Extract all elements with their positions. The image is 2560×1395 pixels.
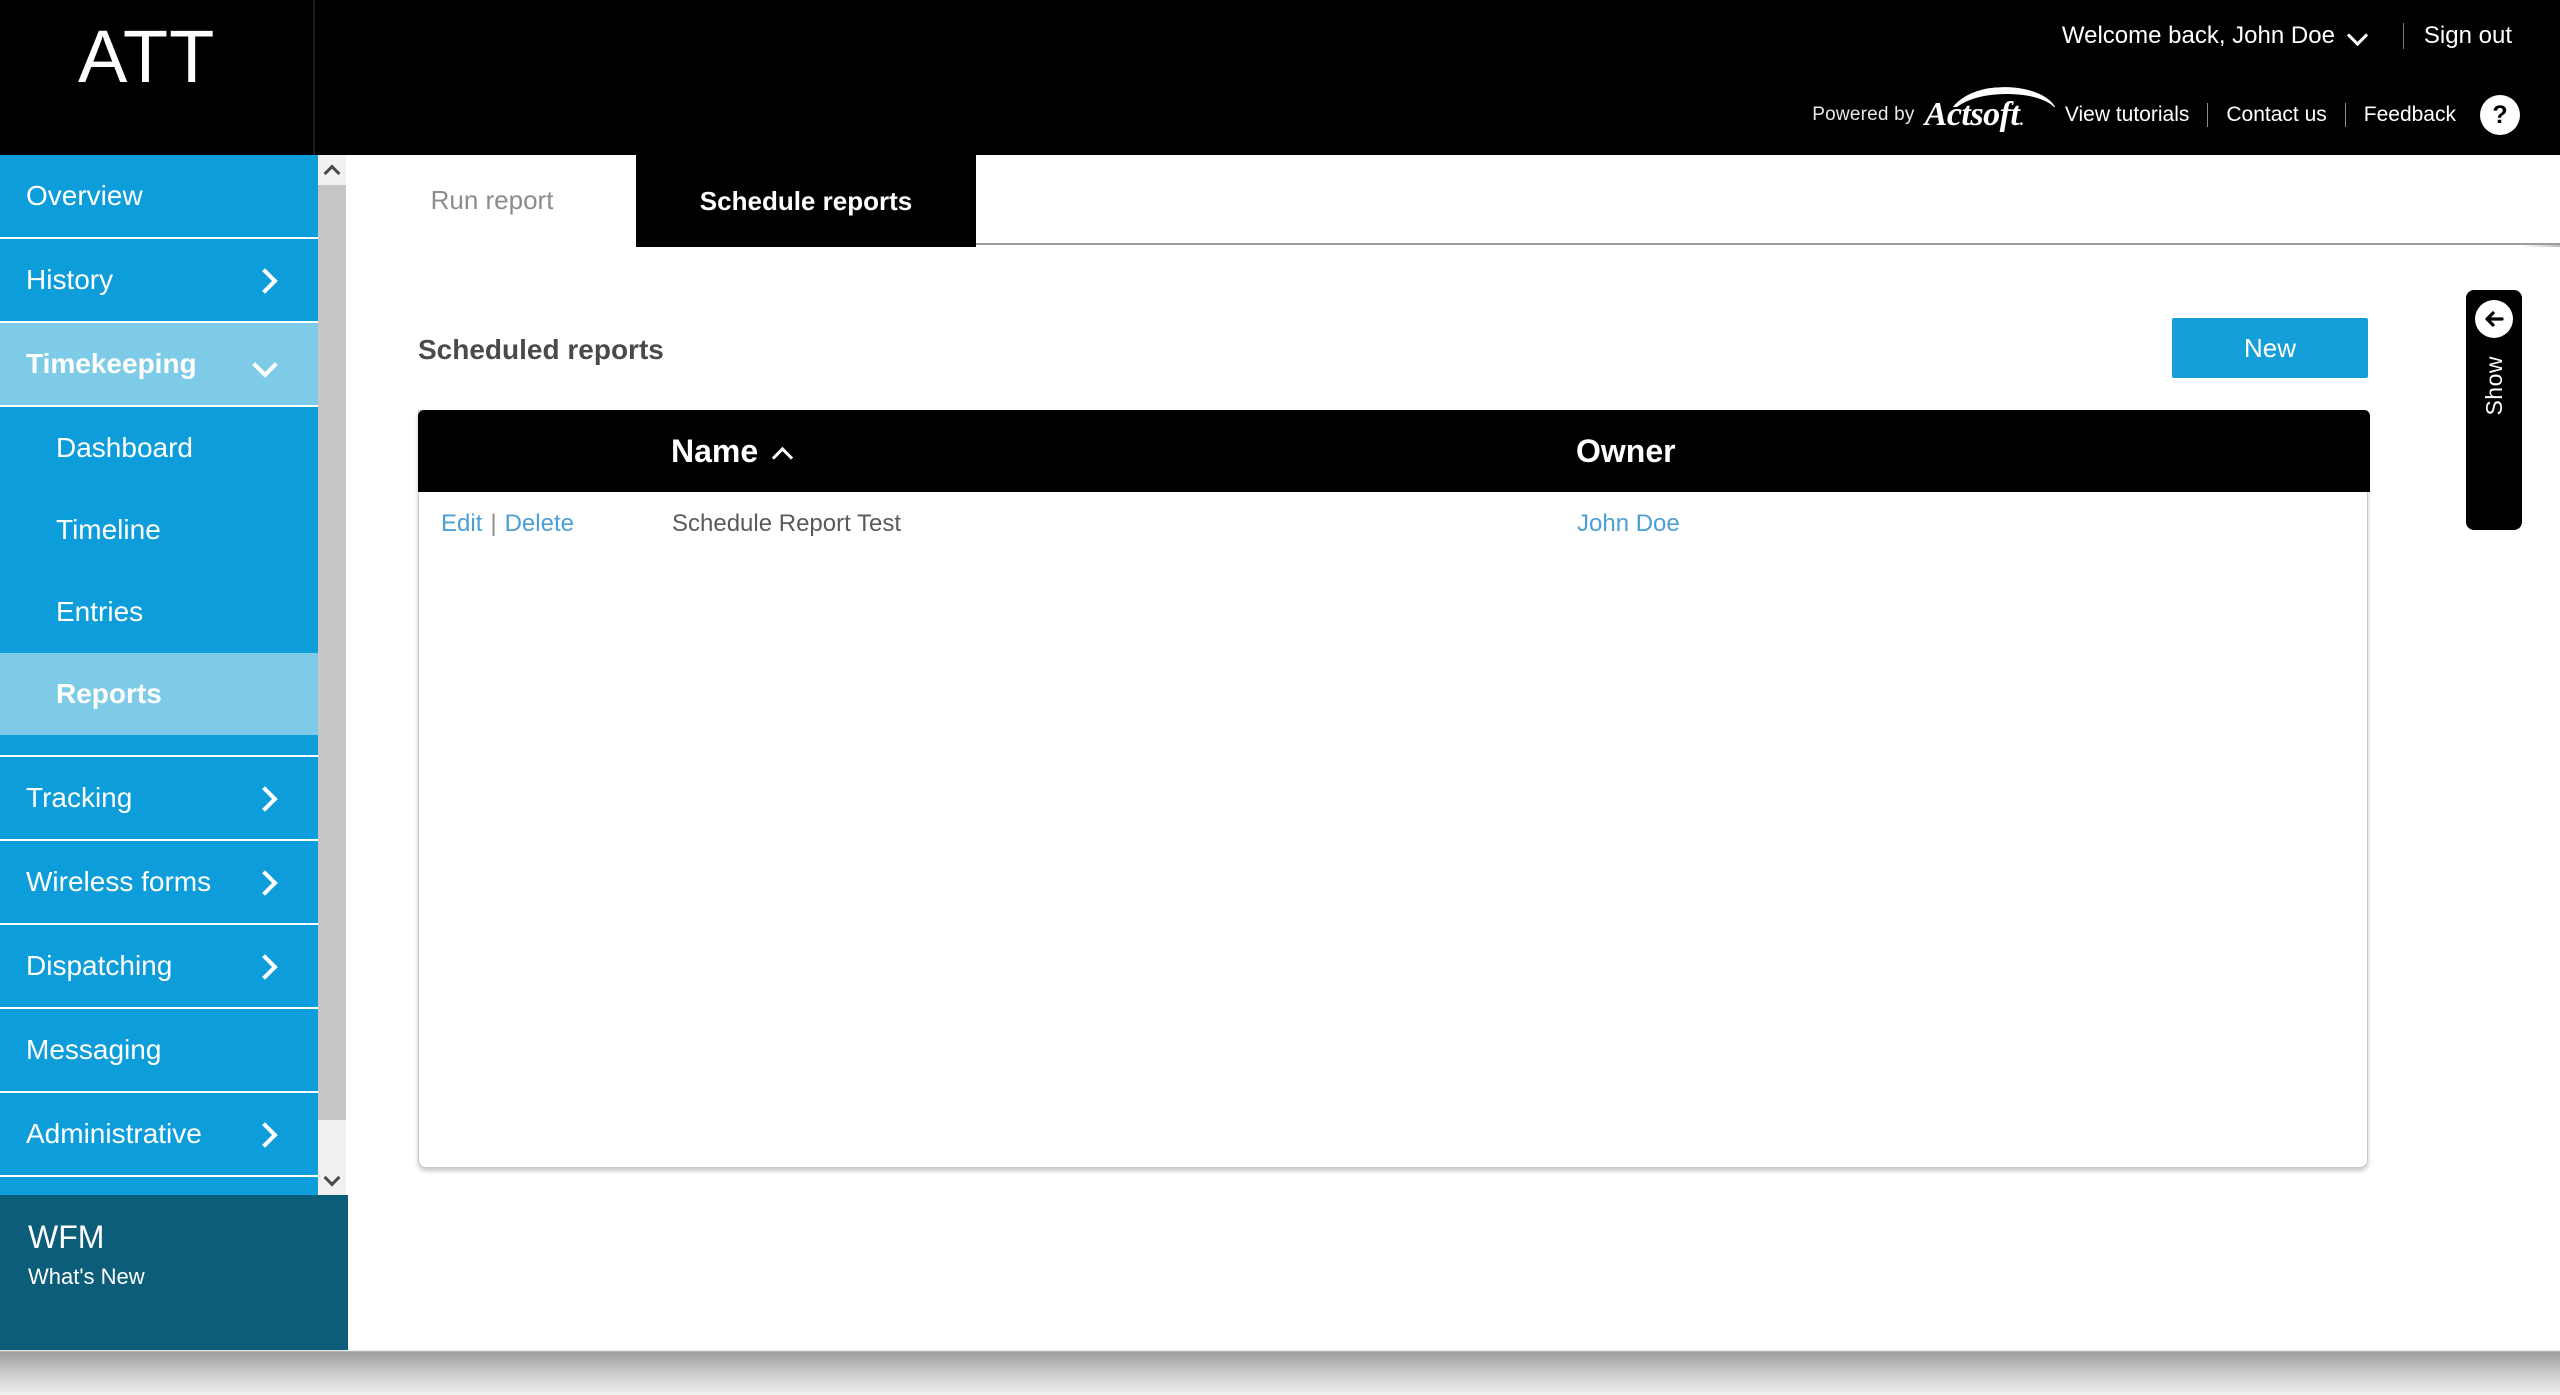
header-links-row: Powered by Actsoft. View tutorials Conta… bbox=[1812, 95, 2520, 135]
tab-label: Run report bbox=[430, 184, 554, 215]
sidebar-item-tracking[interactable]: Tracking bbox=[0, 757, 318, 841]
chevron-right-icon bbox=[256, 874, 272, 890]
page-title: Scheduled reports bbox=[418, 334, 664, 365]
sidebar-scrollbar-thumb[interactable] bbox=[318, 185, 346, 1120]
header-user-row: Welcome back, John Doe Sign out bbox=[2062, 22, 2512, 50]
sidebar-item-label: Wireless forms bbox=[26, 866, 212, 897]
sign-out-link[interactable]: Sign out bbox=[2424, 22, 2512, 50]
sidebar-item-label: Tracking bbox=[26, 782, 133, 813]
contact-us-link[interactable]: Contact us bbox=[2226, 103, 2326, 127]
sidebar-item-label: Timekeeping bbox=[26, 348, 197, 379]
tab-bar: Run report Schedule reports bbox=[348, 143, 2560, 247]
show-panel-label: Show bbox=[2480, 356, 2507, 416]
main-content: Scheduled reports New Name Owner Edit | … bbox=[348, 247, 2560, 1350]
sidebar-item-messaging[interactable]: Messaging bbox=[0, 1009, 318, 1093]
column-header-label: Name bbox=[671, 432, 759, 469]
sidebar-item-label: History bbox=[26, 264, 114, 295]
chevron-down-icon bbox=[256, 356, 272, 372]
chevron-right-icon bbox=[256, 1126, 272, 1142]
action-separator: | bbox=[490, 510, 497, 537]
table-row: Edit | Delete Schedule Report Test John … bbox=[419, 492, 2369, 556]
sidebar-item-history[interactable]: History bbox=[0, 239, 318, 323]
sidebar-item-reports[interactable]: Reports bbox=[0, 653, 318, 735]
tab-schedule-reports[interactable]: Schedule reports bbox=[636, 143, 976, 247]
sidebar-item-label: Administrative bbox=[26, 1118, 202, 1149]
header-separator bbox=[2402, 23, 2404, 49]
cell-owner-link[interactable]: John Doe bbox=[1577, 510, 1680, 538]
sidebar-item-wireless-forms[interactable]: Wireless forms bbox=[0, 841, 318, 925]
header-link-separator-2 bbox=[2344, 103, 2346, 127]
wfm-whats-new-panel[interactable]: WFM What's New bbox=[0, 1195, 348, 1350]
sidebar-item-label: Messaging bbox=[26, 1034, 162, 1065]
sidebar-nav: Overview History Timekeeping Dashboard T… bbox=[0, 155, 318, 1350]
sidebar-scrollbar[interactable] bbox=[318, 155, 346, 1195]
column-header-label: Owner bbox=[1576, 432, 1676, 469]
actsoft-swoosh-icon bbox=[1947, 85, 2057, 107]
table-header-row: Name Owner bbox=[418, 410, 2370, 492]
header-link-separator-1 bbox=[2207, 103, 2209, 127]
view-tutorials-link[interactable]: View tutorials bbox=[2065, 103, 2190, 127]
new-button[interactable]: New bbox=[2172, 318, 2368, 378]
column-header-owner[interactable]: Owner bbox=[1576, 433, 1676, 470]
chevron-right-icon bbox=[256, 272, 272, 288]
sidebar-item-label: Entries bbox=[56, 596, 144, 627]
edit-link[interactable]: Edit bbox=[441, 510, 482, 538]
chevron-right-icon bbox=[256, 958, 272, 974]
sidebar-item-overview[interactable]: Overview bbox=[0, 155, 318, 239]
brand-logo[interactable]: ATT bbox=[78, 20, 215, 94]
sidebar-item-label: Reports bbox=[56, 678, 162, 709]
sidebar-item-entries[interactable]: Entries bbox=[0, 571, 318, 653]
sidebar-item-administrative[interactable]: Administrative bbox=[0, 1093, 318, 1177]
column-header-name[interactable]: Name bbox=[671, 433, 790, 470]
scheduled-reports-table: Name Owner Edit | Delete Schedule Report… bbox=[418, 410, 2370, 1168]
actsoft-dot: . bbox=[2019, 112, 2023, 129]
powered-by-label: Powered by bbox=[1812, 104, 1915, 125]
tab-run-report[interactable]: Run report bbox=[348, 155, 636, 245]
sidebar-item-marketplace[interactable]: Marketplace bbox=[0, 1177, 318, 1195]
sidebar-scrollbar-track[interactable] bbox=[318, 1120, 346, 1165]
app-root: ATT Welcome back, John Doe Sign out Powe… bbox=[0, 0, 2560, 1395]
chevron-right-icon bbox=[256, 790, 272, 806]
row-actions: Edit | Delete bbox=[441, 510, 574, 538]
wfm-title: WFM bbox=[28, 1219, 105, 1255]
sidebar-item-label: Dashboard bbox=[56, 432, 193, 463]
sidebar-item-label: Overview bbox=[26, 180, 143, 211]
arrow-left-circle-icon[interactable] bbox=[2475, 300, 2513, 338]
sidebar-item-label: Timeline bbox=[56, 514, 161, 545]
top-header: ATT Welcome back, John Doe Sign out Powe… bbox=[0, 0, 2560, 155]
feedback-link[interactable]: Feedback bbox=[2364, 103, 2456, 127]
logo-divider bbox=[313, 0, 315, 155]
chevron-down-icon[interactable] bbox=[2349, 27, 2367, 45]
help-icon[interactable]: ? bbox=[2480, 95, 2520, 135]
sidebar-item-timekeeping[interactable]: Timekeeping bbox=[0, 323, 318, 407]
welcome-label[interactable]: Welcome back, John Doe bbox=[2062, 22, 2335, 50]
cell-report-name: Schedule Report Test bbox=[672, 510, 902, 537]
show-panel-toggle[interactable]: Show bbox=[2466, 290, 2522, 530]
tab-label: Schedule reports bbox=[699, 185, 913, 216]
sidebar-item-timeline[interactable]: Timeline bbox=[0, 489, 318, 571]
sidebar-item-dashboard[interactable]: Dashboard bbox=[0, 407, 318, 489]
wfm-subtitle: What's New bbox=[28, 1263, 145, 1289]
sort-ascending-icon[interactable] bbox=[774, 446, 790, 462]
actsoft-logo: Actsoft. bbox=[1925, 98, 2031, 132]
chevron-up-icon[interactable] bbox=[318, 155, 346, 185]
chevron-down-icon[interactable] bbox=[318, 1165, 346, 1195]
sidebar-group-divider bbox=[0, 735, 318, 757]
sidebar-item-label: Dispatching bbox=[26, 950, 173, 981]
delete-link[interactable]: Delete bbox=[505, 510, 574, 538]
sidebar-scroll-viewport: Overview History Timekeeping Dashboard T… bbox=[0, 155, 318, 1195]
sidebar-item-dispatching[interactable]: Dispatching bbox=[0, 925, 318, 1009]
